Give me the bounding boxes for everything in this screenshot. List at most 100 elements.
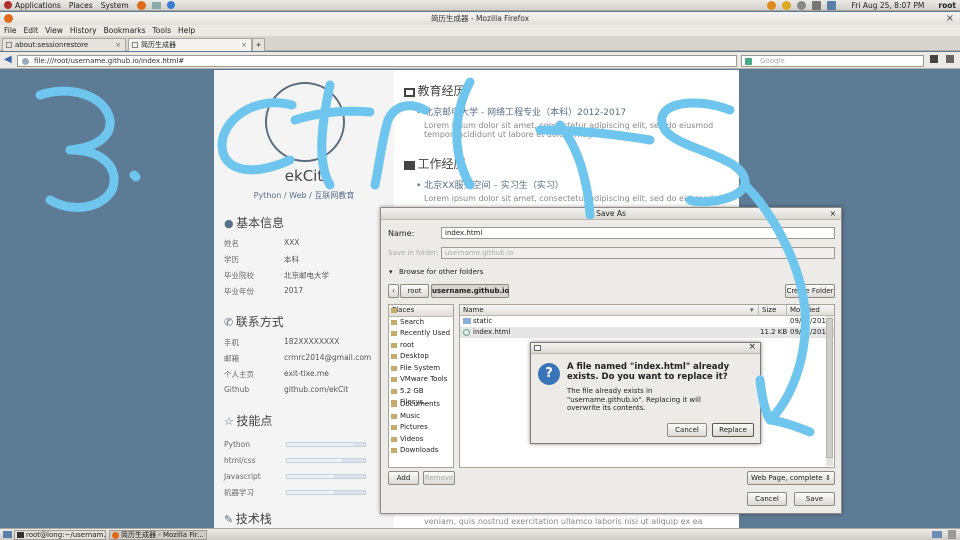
place-root[interactable]: root — [389, 340, 453, 352]
menu-bookmarks[interactable]: Bookmarks — [104, 25, 146, 36]
places-panel: Places Search Recently Used root Desktop… — [388, 304, 454, 468]
new-tab-button[interactable]: + — [252, 38, 265, 51]
home-icon[interactable] — [946, 55, 954, 63]
path-back-button[interactable]: ‹ — [388, 284, 399, 298]
menubar: File Edit View History Bookmarks Tools H… — [0, 25, 960, 36]
task-label: 简历生成器 - Mozilla Fir... — [121, 531, 204, 539]
cancel-button[interactable]: Cancel — [747, 492, 787, 506]
column-modified[interactable]: Modified — [786, 305, 820, 316]
task-terminal[interactable]: root@long:~/usernam... — [14, 530, 106, 540]
network-icon[interactable] — [826, 0, 836, 10]
url-bar[interactable]: file:///root/username.github.io/index.ht… — [17, 55, 737, 67]
remove-place-button[interactable]: Remove — [423, 471, 455, 485]
menu-edit[interactable]: Edit — [24, 25, 39, 36]
replace-button[interactable]: Replace — [712, 423, 754, 437]
menu-view[interactable]: View — [45, 25, 63, 36]
folder-combo[interactable]: username.github.io — [441, 247, 835, 259]
place-pictures[interactable]: Pictures — [389, 422, 453, 434]
skill-bar — [286, 473, 366, 479]
tab-close-icon[interactable]: × — [241, 39, 247, 51]
column-name[interactable]: Name — [463, 305, 484, 316]
help-launcher-icon[interactable] — [166, 1, 175, 9]
info-value: exit-tixe.me — [284, 369, 329, 378]
trash-icon[interactable] — [948, 530, 956, 539]
file-row[interactable]: static 09/01/2016 — [460, 316, 834, 327]
tab-sessionrestore[interactable]: about:sessionrestore × — [2, 38, 126, 51]
tab-label: about:sessionrestore — [15, 41, 89, 49]
search-input[interactable]: Google — [741, 55, 924, 67]
addon-icon[interactable] — [930, 55, 938, 63]
alert-cancel-button[interactable]: Cancel — [667, 423, 707, 437]
book-icon — [404, 88, 415, 97]
filetype-select[interactable]: Web Page, complete ⇕ — [747, 471, 835, 485]
window-close-button[interactable]: × — [946, 12, 954, 25]
menu-help[interactable]: Help — [178, 25, 195, 36]
place-downloads[interactable]: Downloads — [389, 445, 453, 457]
notify-icon[interactable] — [781, 0, 791, 10]
info-key: 个人主页 — [224, 370, 254, 379]
file-size: 11.2 KB — [760, 328, 788, 336]
tab-resume[interactable]: 简历生成器 × — [128, 38, 252, 51]
mail-launcher-icon[interactable] — [151, 1, 161, 9]
close-icon[interactable]: × — [830, 208, 836, 220]
firefox-launcher-icon[interactable] — [136, 0, 146, 10]
entry-desc: Lorem ipsum dolor sit amet, consectetur … — [424, 121, 714, 130]
path-root-button[interactable]: root — [400, 284, 429, 298]
skills-section: ☆ 技能点 — [224, 412, 272, 429]
entry-title-text: 北京邮电大学 - 网络工程专业（本科）2012-2017 — [424, 108, 627, 118]
show-desktop-icon[interactable] — [3, 531, 12, 538]
phone-icon: ✆ — [224, 316, 234, 329]
skill-bar — [286, 441, 366, 447]
menu-history[interactable]: History — [70, 25, 97, 36]
place-vmware-tools[interactable]: VMware Tools — [389, 374, 453, 386]
place-filesystem-volume[interactable]: 5.2 GB Filesys... — [389, 386, 453, 406]
skill-name: html/css — [224, 455, 256, 465]
file-row[interactable]: index.html 11.2 KB 09/01/2016 — [460, 327, 834, 338]
dialog-title: Save As — [596, 209, 626, 218]
place-recent[interactable]: Recently Used — [389, 328, 453, 340]
create-folder-button[interactable]: Create Folder — [785, 284, 835, 298]
browse-folders-toggle[interactable]: Browse for other folders — [399, 268, 483, 276]
menu-tools[interactable]: Tools — [153, 25, 171, 36]
info-key: 毕业年份 — [224, 287, 254, 296]
scrollbar[interactable] — [826, 316, 833, 466]
place-filesystem[interactable]: File System — [389, 363, 453, 375]
path-current-button[interactable]: username.github.io — [431, 284, 509, 298]
resume-name: ekCit — [284, 167, 324, 185]
chevron-down-icon: ⇕ — [825, 474, 831, 482]
close-icon[interactable]: × — [748, 342, 756, 352]
place-documents[interactable]: Documents — [389, 399, 453, 411]
education-entry: • 北京邮电大学 - 网络工程专业（本科）2012-2017 Lorem ips… — [416, 105, 731, 139]
page-icon — [22, 58, 29, 65]
place-videos[interactable]: Videos — [389, 434, 453, 446]
entry-desc: tempor incididunt ut labore et dolore ma… — [424, 130, 632, 139]
menu-file[interactable]: File — [4, 25, 17, 36]
info-key: Github — [224, 385, 250, 394]
info-key: 学历 — [224, 255, 239, 264]
column-size[interactable]: Size — [758, 305, 776, 316]
back-arrow-icon[interactable]: ◀ — [4, 55, 12, 65]
info-icon[interactable] — [796, 0, 806, 10]
user-name[interactable]: root — [938, 1, 956, 10]
place-desktop[interactable]: Desktop — [389, 351, 453, 363]
workspace-switcher[interactable] — [932, 531, 942, 538]
place-music[interactable]: Music — [389, 411, 453, 423]
info-value: crmrc2014@gmail.com — [284, 353, 372, 362]
gnome-foot-icon — [4, 1, 12, 9]
expander-icon[interactable]: ▾ — [389, 268, 393, 276]
system-menu[interactable]: System — [101, 1, 129, 10]
places-menu[interactable]: Places — [69, 1, 93, 10]
task-firefox[interactable]: 简历生成器 - Mozilla Fir... — [109, 530, 207, 540]
clock[interactable]: Fri Aug 25, 8:07 PM — [852, 1, 925, 10]
applications-menu[interactable]: Applications — [15, 1, 61, 10]
volume-icon[interactable] — [811, 0, 821, 10]
star-icon: ☆ — [224, 415, 234, 428]
update-icon[interactable] — [766, 0, 776, 10]
add-place-button[interactable]: Add — [388, 471, 419, 485]
scrollbar-thumb[interactable] — [826, 318, 833, 458]
firefox-window-icon — [4, 14, 13, 23]
save-button[interactable]: Save — [794, 492, 835, 506]
tab-close-icon[interactable]: × — [115, 39, 121, 51]
filename-input[interactable]: index.html — [441, 227, 835, 239]
place-search[interactable]: Search — [389, 317, 453, 329]
